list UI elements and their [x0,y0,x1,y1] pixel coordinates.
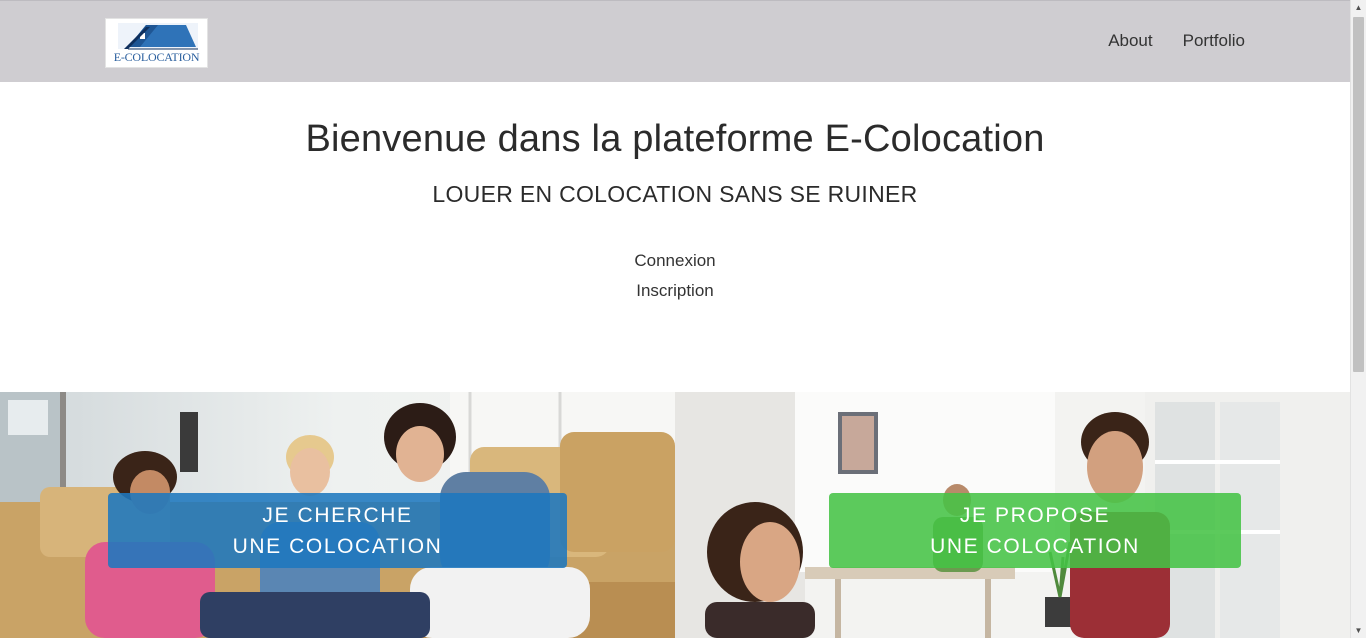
offer-button-line1: JE PROPOSE [959,504,1111,527]
seek-button-line2: UNE COLOCATION [232,535,443,558]
offer-colocation-button[interactable]: JE PROPOSE UNE COLOCATION [829,493,1241,568]
nav-link-about[interactable]: About [1108,31,1152,51]
vertical-scrollbar[interactable]: ▲ ▼ [1350,0,1366,638]
login-link[interactable]: Connexion [0,251,1350,271]
scroll-down-arrow-icon[interactable]: ▼ [1351,623,1366,638]
register-link[interactable]: Inscription [0,281,1350,301]
page-title: Bienvenue dans la plateforme E-Colocatio… [305,118,1045,160]
seek-button-line1: JE CHERCHE [262,504,413,527]
offer-button-line2: UNE COLOCATION [930,535,1140,558]
nav-menu: About Portfolio [1108,31,1245,51]
scroll-up-arrow-icon[interactable]: ▲ [1351,0,1366,15]
brand-logo-text: E-COLOCATION [113,50,200,64]
navbar: E-COLOCATION About Portfolio [0,0,1350,82]
brand-logo[interactable]: E-COLOCATION [105,18,208,68]
scrollbar-thumb[interactable] [1353,17,1364,372]
offer-colocation-panel: JE PROPOSE UNE COLOCATION [675,392,1350,638]
seek-colocation-panel: JE CHERCHE UNE COLOCATION [0,392,675,638]
page-subtitle: LOUER EN COLOCATION SANS SE RUINER [432,181,918,207]
page: E-COLOCATION About Portfolio Bienvenue d… [0,0,1366,638]
nav-link-portfolio[interactable]: Portfolio [1183,31,1245,51]
seek-colocation-button[interactable]: JE CHERCHE UNE COLOCATION [108,493,567,568]
